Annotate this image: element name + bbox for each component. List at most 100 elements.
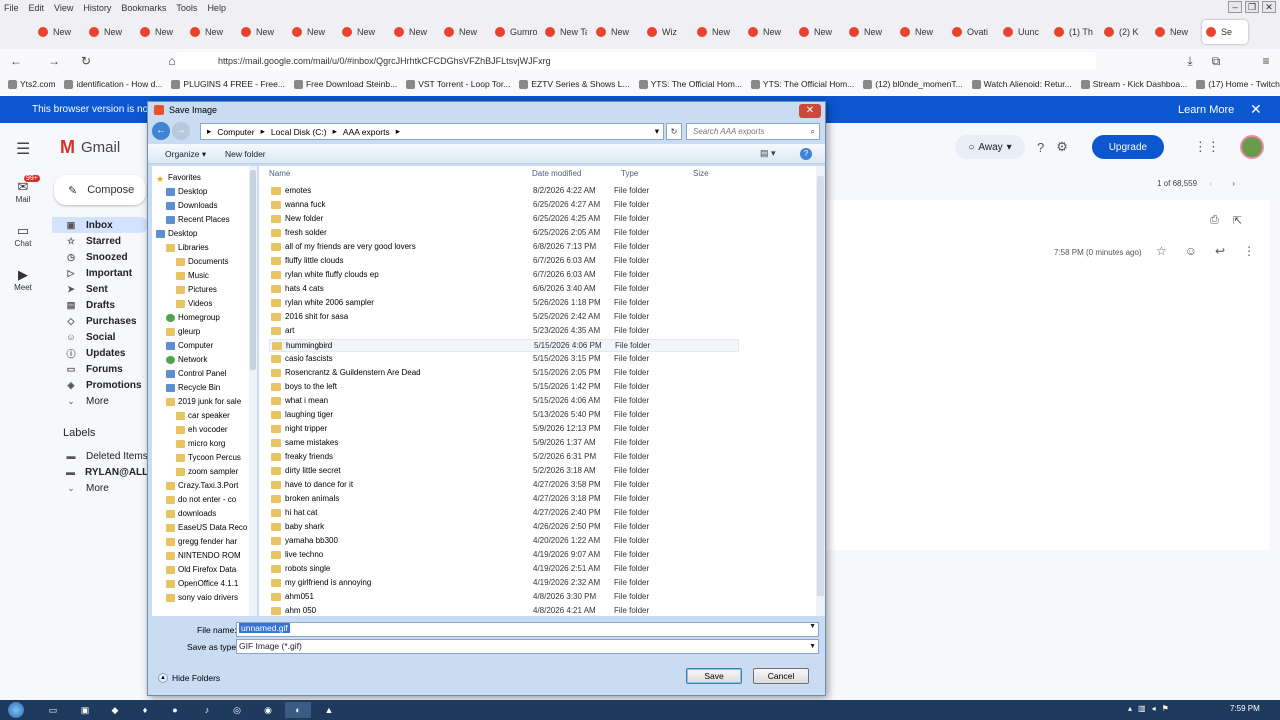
upgrade-button[interactable]: Upgrade — [1091, 135, 1164, 159]
browser-tab[interactable]: New — [845, 20, 891, 44]
bookmark-item[interactable]: YTS: The Official Hom... — [750, 79, 854, 89]
nav-tree-item[interactable]: gregg fender har — [166, 535, 237, 548]
rail-mail[interactable]: ✉ Mail 99+ — [4, 175, 42, 204]
extensions-icon[interactable]: ⧉ — [1208, 54, 1224, 69]
nav-item-social[interactable]: ☺ Social — [52, 329, 148, 345]
status-toggle[interactable]: ○ Away ▾ — [955, 135, 1025, 159]
close-icon[interactable]: ✕ — [1250, 101, 1262, 118]
nav-tree-item[interactable]: Recent Places — [166, 213, 230, 226]
nav-tree-item[interactable]: 2019 junk for sale — [166, 395, 241, 408]
column-header-date[interactable]: Date modified — [532, 169, 581, 178]
menu-tools[interactable]: Tools — [176, 3, 197, 13]
navigation-pane-scrollbar[interactable] — [249, 166, 257, 616]
nav-tree-item[interactable]: Recycle Bin — [166, 381, 220, 394]
nav-tree-item[interactable]: Network — [166, 353, 207, 366]
browser-tab[interactable]: Wiz — [643, 20, 689, 44]
forward-arrow-icon[interactable]: → — [172, 122, 190, 140]
file-row[interactable]: hi hat cat 4/27/2026 2:40 PM File folder — [269, 507, 719, 520]
bookmark-item[interactable]: (12) bl0nde_momenT... — [863, 79, 963, 89]
app-taskbar-icon[interactable]: ▣ — [72, 702, 98, 718]
save-type-select[interactable]: GIF Image (*.gif) ▼ — [236, 639, 819, 654]
learn-more-link[interactable]: Learn More — [1178, 104, 1234, 116]
nav-tree-item[interactable]: Homegroup — [166, 311, 220, 324]
more-vert-icon[interactable]: ⋮ — [1243, 244, 1255, 258]
file-row[interactable]: yamaha bb300 4/20/2026 1:22 AM File folder — [269, 535, 719, 548]
reply-icon[interactable]: ↩ — [1215, 244, 1225, 258]
address-breadcrumb[interactable]: ▸ Computer ▸ Local Disk (C:) ▸ AAA expor… — [200, 123, 664, 140]
nav-tree-item[interactable]: Documents — [176, 255, 228, 268]
file-row[interactable]: dirty little secret 5/2/2026 3:18 AM File … — [269, 465, 719, 478]
bookmark-item[interactable]: (17) Home - Twitch — [1196, 79, 1280, 89]
bookmark-item[interactable]: Free Download Steinb... — [293, 79, 397, 89]
change-view-icon[interactable]: ▤ ▾ — [760, 148, 776, 159]
file-row[interactable]: hummingbird 5/15/2026 4:06 PM File folder — [269, 339, 739, 352]
browser-tab[interactable]: New — [136, 20, 182, 44]
dialog-close-button[interactable]: ✕ — [799, 104, 821, 118]
column-header-size[interactable]: Size — [693, 169, 709, 178]
browser-tab[interactable]: New — [896, 20, 942, 44]
nav-tree-item[interactable]: car speaker — [176, 409, 230, 422]
browser-tab[interactable]: New — [85, 20, 131, 44]
forward-icon[interactable]: → — [46, 54, 62, 68]
browser-tab[interactable]: New — [795, 20, 841, 44]
nav-tree-item[interactable]: OpenOffice 4.1.1 — [166, 577, 238, 590]
nav-tree-item[interactable]: ★ Favorites — [156, 171, 201, 184]
file-row[interactable]: all of my friends are very good lovers 6/… — [269, 241, 719, 254]
bookmark-item[interactable]: Watch Alienoid: Retur... — [971, 79, 1072, 89]
back-icon[interactable]: ← — [8, 54, 24, 68]
nav-tree-item[interactable]: Desktop — [166, 185, 207, 198]
browser-tab[interactable]: New — [1151, 20, 1197, 44]
window-close-icon[interactable]: ✕ — [1262, 1, 1276, 13]
menu-bookmarks[interactable]: Bookmarks — [121, 3, 166, 13]
back-arrow-icon[interactable]: ← — [152, 122, 170, 140]
avatar[interactable] — [1239, 135, 1264, 159]
nav-tree-item[interactable]: Crazy.Taxi.3.Port — [166, 479, 238, 492]
network-icon[interactable]: ▥ — [1138, 704, 1146, 713]
downloads-icon[interactable]: ⤓ — [1182, 54, 1198, 69]
file-row[interactable]: art 5/23/2026 4:35 AM File folder — [269, 325, 719, 338]
chevron-left-icon[interactable]: ‹ — [1209, 179, 1212, 188]
menu-view[interactable]: View — [54, 3, 73, 13]
file-row[interactable]: boys to the left 5/15/2026 1:42 PM File fo… — [269, 381, 719, 394]
nav-tree-item[interactable]: EaseUS Data Reco — [166, 521, 247, 534]
bookmark-item[interactable]: Stream - Kick Dashboa... — [1080, 79, 1187, 89]
nav-tree-item[interactable]: gleurp — [166, 325, 200, 338]
nav-item-starred[interactable]: ☆ Starred — [52, 233, 148, 249]
open-new-window-icon[interactable]: ⇱ — [1233, 214, 1242, 227]
nav-tree-item[interactable]: NINTENDO ROM — [166, 549, 241, 562]
bookmark-item[interactable]: Yts2.com — [8, 79, 55, 89]
file-row[interactable]: baby shark 4/26/2026 2:50 PM File folder — [269, 521, 719, 534]
file-list[interactable]: Name Date modified Type Size emotes 8/2/2… — [259, 166, 825, 616]
restore-icon[interactable]: ❐ — [1245, 1, 1259, 13]
file-row[interactable]: laughing tiger 5/13/2026 5:40 PM File fold… — [269, 409, 719, 422]
main-menu-icon[interactable]: ☰ — [16, 139, 30, 159]
apps-grid-icon[interactable]: ⋮⋮ — [1194, 139, 1220, 155]
nav-item-snoozed[interactable]: ◷ Snoozed — [52, 249, 148, 265]
start-button[interactable] — [8, 702, 24, 718]
browser-tab[interactable]: New — [186, 20, 232, 44]
browser-tab[interactable]: New — [440, 20, 486, 44]
file-row[interactable]: what i mean 5/15/2026 4:06 AM File folder — [269, 395, 719, 408]
label-item[interactable]: ▬ Deleted Items — [52, 448, 148, 464]
nav-tree-item[interactable]: Libraries — [166, 241, 209, 254]
rail-meet[interactable]: ▶ Meet — [4, 267, 42, 292]
file-row[interactable]: fresh solder 6/25/2026 2:05 AM File folder — [269, 227, 719, 240]
browser-tab[interactable]: (1) Th — [1050, 20, 1096, 44]
nav-item-updates[interactable]: ⓘ Updates — [52, 345, 148, 361]
file-row[interactable]: Rosencrantz & Guildenstern Are Dead 5/15/… — [269, 367, 719, 380]
nav-tree-item[interactable]: Music — [176, 269, 209, 282]
rail-chat[interactable]: ▭ Chat — [4, 223, 42, 248]
app-taskbar-icon[interactable]: ● — [162, 702, 188, 718]
nav-tree-item[interactable]: Downloads — [166, 199, 218, 212]
app-taskbar-icon[interactable]: ♪ — [194, 702, 220, 718]
nav-item-sent[interactable]: ➤ Sent — [52, 281, 148, 297]
breadcrumb-computer[interactable]: Computer — [217, 127, 254, 137]
file-row[interactable]: broken animals 4/27/2026 3:18 PM File fold… — [269, 493, 719, 506]
bookmark-item[interactable]: PLUGINS 4 FREE - Free... — [171, 79, 285, 89]
nav-item-forums[interactable]: ▭ Forums — [52, 361, 148, 377]
browser-tab[interactable]: New — [744, 20, 790, 44]
browser-tab[interactable]: Ovati — [948, 20, 994, 44]
label-item[interactable]: ▬ RYLAN@ALL — [52, 464, 148, 480]
file-row[interactable]: ahm 050 4/8/2026 4:21 AM File folder — [269, 605, 719, 616]
nav-item-more[interactable]: ⌄ More — [52, 393, 148, 409]
